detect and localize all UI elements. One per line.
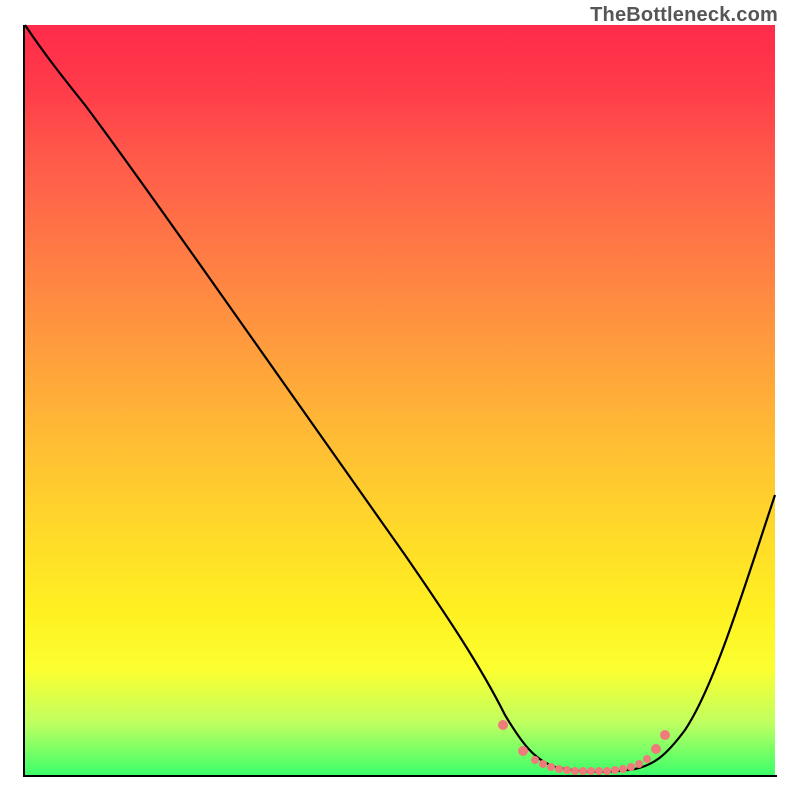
chart-svg (25, 25, 775, 775)
chart-container: TheBottleneck.com (0, 0, 800, 800)
watermark-text: TheBottleneck.com (590, 4, 778, 27)
x-axis (23, 775, 777, 777)
bottleneck-curve-line (25, 25, 775, 772)
